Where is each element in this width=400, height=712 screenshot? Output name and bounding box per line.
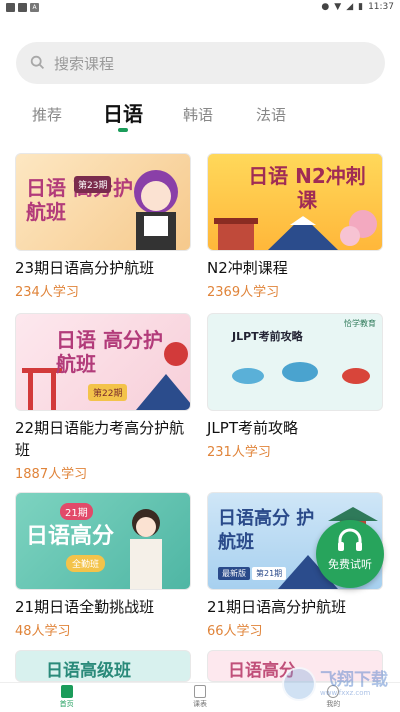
tab-schedule-label: 课表	[192, 700, 207, 708]
battery-icon: ▮	[358, 2, 364, 12]
notification-icons: A	[6, 2, 39, 12]
wifi-icon: ▼	[334, 2, 342, 12]
course-name: 21期日语全勤挑战班	[15, 598, 155, 616]
thumbnail-title: JLPT考前攻略	[232, 330, 303, 343]
course-card[interactable]: 21期 日语高分 全勤班 21期日语全勤挑战班 48人学习	[15, 492, 191, 639]
active-tab-indicator	[118, 128, 128, 132]
search-placeholder: 搜索课程	[54, 54, 115, 73]
course-name: 21期日语高分护航班	[207, 598, 347, 616]
tab-korean[interactable]: 韩语	[183, 104, 213, 125]
course-card[interactable]: 日语 高分护航班 第22期 22期日语能力考高分护航班 1887人学习	[15, 313, 191, 482]
course-name: N2冲刺课程	[207, 259, 288, 277]
tab-home-label: 首页	[59, 700, 74, 708]
notification-icon: A	[30, 2, 39, 12]
category-tabs: 推荐 日语 韩语 法语	[0, 98, 400, 136]
learner-count: 234人学习	[15, 285, 79, 300]
tab-recommend[interactable]: 推荐	[32, 104, 62, 125]
notification-icon	[18, 2, 27, 12]
free-trial-label: 免费试听	[328, 558, 372, 571]
course-card[interactable]: 日语 N2冲刺课 N2冲刺课程 2369人学习	[207, 153, 383, 300]
course-card[interactable]: 日语 高分护航班 第23期 23期日语高分护航班 234人学习	[15, 153, 191, 300]
watermark-url: www.fxxz.com	[320, 689, 371, 697]
course-name: 22期日语能力考高分护航班	[15, 419, 185, 459]
course-card[interactable]: JLPT考前攻略 恰学教育 JLPT考前攻略 231人学习	[207, 313, 383, 460]
issue-badge: 第22期	[88, 384, 128, 401]
headphones-icon	[338, 528, 362, 551]
notification-icon	[6, 2, 15, 12]
thumbnail-title: 日语高级班	[46, 661, 131, 681]
search-icon	[30, 55, 45, 70]
issue-badge: 第23期	[74, 176, 112, 193]
course-name: 23期日语高分护航班	[15, 259, 155, 277]
tab-schedule[interactable]: 课表	[160, 683, 240, 709]
course-card[interactable]: 日语高级班	[15, 650, 191, 682]
clock: 11:37	[368, 2, 394, 12]
signal-icon: ◢	[346, 2, 354, 12]
tab-french[interactable]: 法语	[256, 104, 286, 125]
learner-count: 1887人学习	[15, 467, 88, 482]
free-trial-button[interactable]: 免费试听	[316, 520, 384, 588]
thumbnail-title: 日语 高分护航班	[56, 328, 163, 376]
issue-badge: 第21期	[252, 567, 287, 580]
system-icons: ● ▼ ◢ ▮ 11:37	[321, 2, 394, 12]
issue-tag: 21期	[60, 503, 93, 520]
thumbnail-title: 日语高分	[26, 524, 115, 549]
course-thumbnail: 日语 高分护航班 第22期	[15, 313, 191, 411]
watermark: 飞翔下载 www.fxxz.com	[282, 664, 400, 704]
course-thumbnail: 日语 N2冲刺课	[207, 153, 383, 251]
course-thumbnail: 21期 日语高分 全勤班	[15, 492, 191, 590]
course-thumbnail: JLPT考前攻略 恰学教育	[207, 313, 383, 411]
location-icon: ●	[321, 2, 330, 12]
home-icon	[60, 685, 73, 698]
learner-count: 231人学习	[207, 445, 271, 460]
class-badge: 全勤班	[66, 555, 106, 572]
status-bar: A ● ▼ ◢ ▮ 11:37	[0, 0, 400, 14]
watermark-logo-icon	[282, 667, 316, 701]
schedule-icon	[193, 685, 206, 698]
tab-home[interactable]: 首页	[27, 683, 107, 709]
brand-logo: 恰学教育	[344, 319, 376, 328]
edition-tag: 最新版	[218, 567, 250, 580]
thumbnail-title: 日语高分 护航班	[218, 508, 315, 553]
learner-count: 66人学习	[207, 624, 263, 639]
tab-japanese[interactable]: 日语	[103, 98, 143, 127]
course-thumbnail: 日语 高分护航班 第23期	[15, 153, 191, 251]
thumbnail-title: 日语 N2冲刺课	[248, 164, 366, 212]
learner-count: 48人学习	[15, 624, 71, 639]
watermark-text: 飞翔下载	[320, 670, 388, 690]
learner-count: 2369人学习	[207, 285, 280, 300]
course-thumbnail: 日语高级班	[15, 650, 191, 682]
search-bar[interactable]: 搜索课程	[16, 42, 385, 84]
course-name: JLPT考前攻略	[207, 419, 298, 437]
